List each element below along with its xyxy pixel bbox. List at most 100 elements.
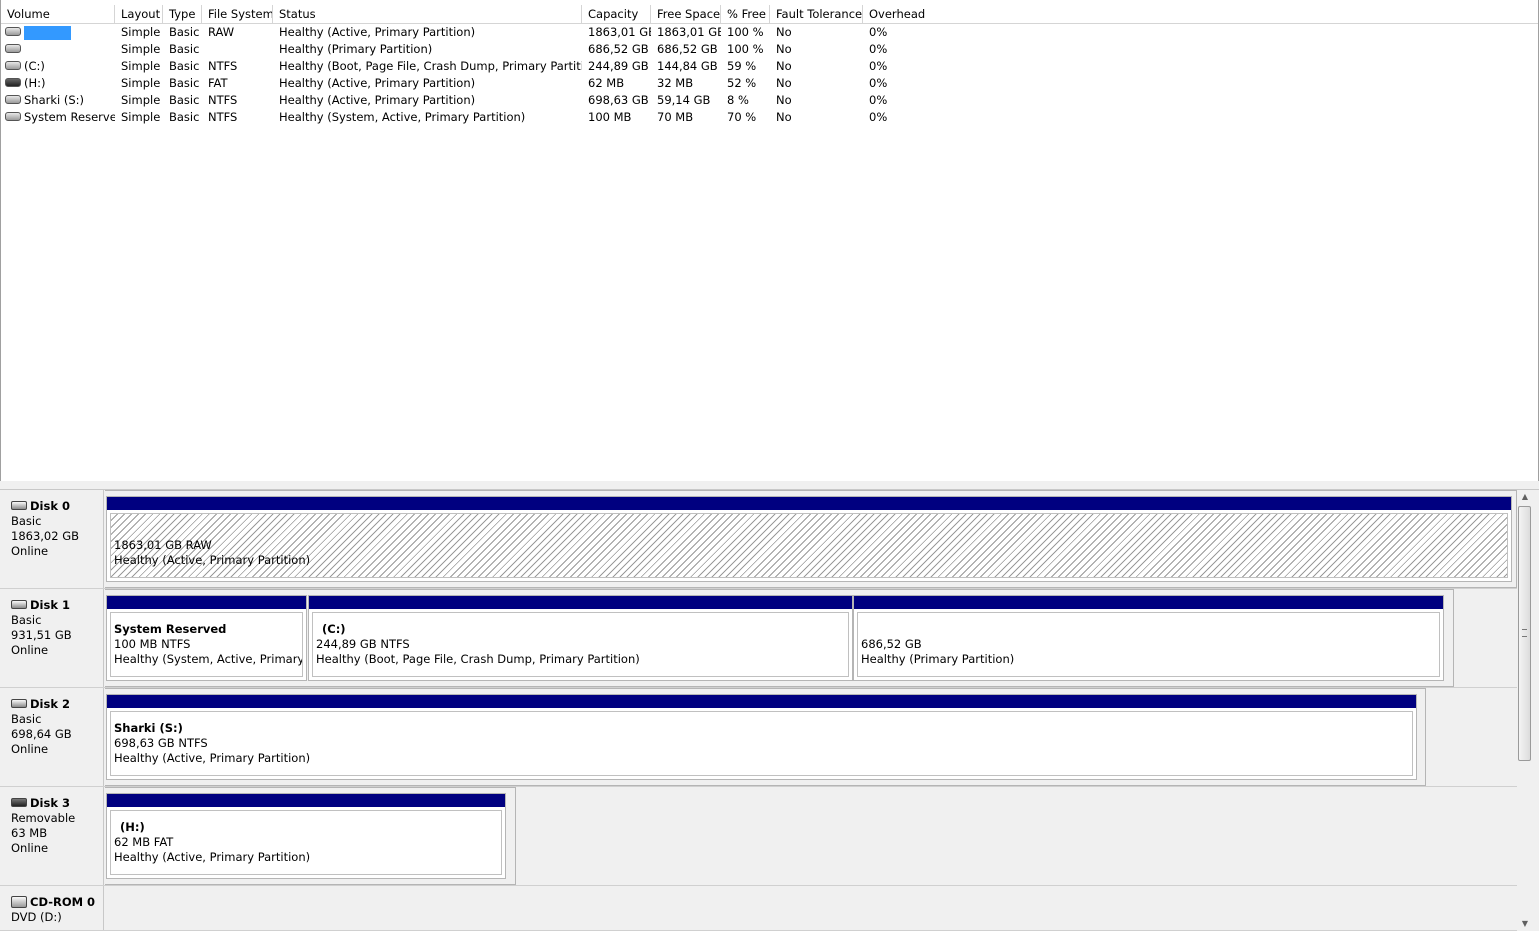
scroll-down-icon[interactable]: ▼	[1517, 917, 1533, 931]
cell-fault: No	[776, 93, 792, 107]
disk-row[interactable]: Disk 2 Basic 698,64 GB Online Sharki (S:) 698…	[0, 688, 1517, 787]
cell-fault: No	[776, 59, 792, 73]
disk-row[interactable]: CD-ROM 0 DVD (D:)	[0, 886, 1517, 931]
cell-type: Basic	[169, 110, 200, 124]
col-status[interactable]: Status	[273, 5, 582, 23]
cell-capacity: 100 MB	[588, 110, 632, 124]
disk-map: Disk 0 Basic 1863,02 GB Online 1863,01 GB RA…	[0, 490, 1517, 931]
cell-free: 144,84 GB	[657, 59, 718, 73]
disk-icon	[11, 600, 27, 609]
table-row[interactable]: (C:) Simple Basic NTFS Healthy (Boot, Page F…	[1, 58, 1538, 75]
cell-overhead: 0%	[869, 93, 888, 107]
drive-icon	[5, 95, 21, 104]
cell-name: (H:)	[1, 75, 115, 92]
cell-overhead: 0%	[869, 110, 888, 124]
cell-fs: NTFS	[208, 59, 238, 73]
col-file-system[interactable]: File System	[202, 5, 273, 23]
cell-type: Basic	[169, 42, 200, 56]
cell-name: System Reserved	[1, 109, 115, 126]
col-capacity[interactable]: Capacity	[582, 5, 651, 23]
cell-layout: Simple	[121, 110, 161, 124]
volume-name: (C:)	[24, 59, 45, 73]
cell-overhead: 0%	[869, 25, 888, 39]
partition-size: 100 MB NTFS	[114, 637, 191, 651]
disk-icon	[11, 699, 27, 708]
disk-size: 698,64 GB	[11, 727, 72, 741]
cell-capacity: 686,52 GB	[588, 42, 649, 56]
disk-label[interactable]: Disk 2 Basic 698,64 GB Online	[2, 688, 104, 786]
disk-kind: Basic	[11, 613, 42, 627]
partition-status: Healthy (Boot, Page File, Crash Dump, Pr…	[316, 652, 640, 666]
disk-label[interactable]: CD-ROM 0 DVD (D:)	[2, 886, 104, 930]
cell-fs: FAT	[208, 76, 228, 90]
table-row[interactable]: (H:) Simple Basic FAT Healthy (Active, Prima…	[1, 75, 1538, 92]
col-free-space[interactable]: Free Space	[651, 5, 721, 23]
disk-label[interactable]: Disk 0 Basic 1863,02 GB Online	[2, 490, 104, 588]
col-layout[interactable]: Layout	[115, 5, 163, 23]
cell-free: 1863,01 GB	[657, 25, 721, 39]
disk-kind: Basic	[11, 712, 42, 726]
partition-block[interactable]: Sharki (S:) 698,63 GB NTFS Healthy (Active…	[106, 694, 1417, 780]
disk-state: Online	[11, 544, 49, 558]
scroll-up-icon[interactable]: ▲	[1517, 490, 1533, 504]
disk-name: CD-ROM 0	[30, 895, 96, 909]
col-fault-tolerance[interactable]: Fault Tolerance	[770, 5, 863, 23]
col-volume[interactable]: Volume	[1, 5, 115, 23]
cell-free: 686,52 GB	[657, 42, 718, 56]
disk-kind: Removable	[11, 811, 76, 825]
table-row[interactable]: Simple Basic RAW Healthy (Active, Primary P…	[1, 24, 1538, 41]
partition-header-bar	[107, 497, 1511, 510]
scroll-thumb[interactable]	[1518, 506, 1531, 761]
partition-block[interactable]: 1863,01 GB RAW Healthy (Active, Primary P…	[106, 496, 1512, 582]
disk-kind: Basic	[11, 514, 42, 528]
table-row[interactable]: Sharki (S:) Simple Basic NTFS Healthy (Activ…	[1, 92, 1538, 109]
cell-overhead: 0%	[869, 59, 888, 73]
cell-layout: Simple	[121, 59, 161, 73]
disk-row[interactable]: Disk 1 Basic 931,51 GB Online System Reserve…	[0, 589, 1517, 688]
partition-area: System Reserved 100 MB NTFS Healthy (Syste…	[105, 589, 1454, 687]
partition-block[interactable]: 686,52 GB Healthy (Primary Partition)	[853, 595, 1444, 681]
partition-header-bar	[854, 596, 1443, 609]
partition-body[interactable]: Sharki (S:) 698,63 GB NTFS Healthy (Active…	[110, 711, 1413, 776]
table-row[interactable]: Simple Basic Healthy (Primary Partition) 68…	[1, 41, 1538, 58]
disk-row[interactable]: Disk 3 Removable 63 MB Online (H:) 62 MB FAT H…	[0, 787, 1517, 886]
cell-name: (C:)	[1, 58, 115, 75]
disk-label[interactable]: Disk 3 Removable 63 MB Online	[2, 787, 104, 885]
partition-body[interactable]: (C:) 244,89 GB NTFS Healthy (Boot, Page Fi…	[312, 612, 849, 677]
partition-block[interactable]: System Reserved 100 MB NTFS Healthy (Syste…	[106, 595, 307, 681]
cell-fault: No	[776, 76, 792, 90]
partition-block[interactable]: (H:) 62 MB FAT Healthy (Active, Primary Pa…	[106, 793, 506, 879]
disk-label[interactable]: Disk 1 Basic 931,51 GB Online	[2, 589, 104, 687]
pane-splitter[interactable]	[0, 481, 1539, 490]
disk-row[interactable]: Disk 0 Basic 1863,02 GB Online 1863,01 GB RA…	[0, 490, 1517, 589]
partition-body[interactable]: (H:) 62 MB FAT Healthy (Active, Primary Pa…	[110, 810, 502, 875]
table-row[interactable]: System Reserved Simple Basic NTFS Healthy (S…	[1, 109, 1538, 126]
partition-block[interactable]: (C:) 244,89 GB NTFS Healthy (Boot, Page Fi…	[308, 595, 853, 681]
cell-fault: No	[776, 42, 792, 56]
cell-type: Basic	[169, 59, 200, 73]
cell-pct: 100 %	[727, 25, 764, 39]
disk-icon	[11, 501, 27, 510]
cell-overhead: 0%	[869, 42, 888, 56]
cdrom-icon	[11, 895, 27, 908]
disk-state: Online	[11, 643, 49, 657]
vertical-scrollbar[interactable]: ▲ ▼	[1517, 490, 1533, 931]
partition-status: Healthy (Active, Primary Partition)	[114, 850, 311, 864]
cell-capacity: 62 MB	[588, 76, 625, 90]
partition-area: Sharki (S:) 698,63 GB NTFS Healthy (Active…	[105, 688, 1426, 786]
partition-body[interactable]: 1863,01 GB RAW Healthy (Active, Primary P…	[110, 513, 1508, 578]
partition-body[interactable]: 686,52 GB Healthy (Primary Partition)	[857, 612, 1440, 677]
cell-pct: 59 %	[727, 59, 757, 73]
cell-fault: No	[776, 25, 792, 39]
cell-pct: 8 %	[727, 93, 749, 107]
cell-pct: 52 %	[727, 76, 757, 90]
col-type[interactable]: Type	[163, 5, 202, 23]
col-overhead[interactable]: Overhead	[863, 5, 1538, 23]
cell-name: Sharki (S:)	[1, 92, 115, 109]
partition-body[interactable]: System Reserved 100 MB NTFS Healthy (Syste…	[110, 612, 303, 677]
partition-header-bar	[309, 596, 852, 609]
removable-disk-icon	[11, 798, 27, 807]
column-header: Volume Layout Type File System Status Ca…	[1, 5, 1538, 24]
col-pct-free[interactable]: % Free	[721, 5, 770, 23]
cell-layout: Simple	[121, 42, 161, 56]
